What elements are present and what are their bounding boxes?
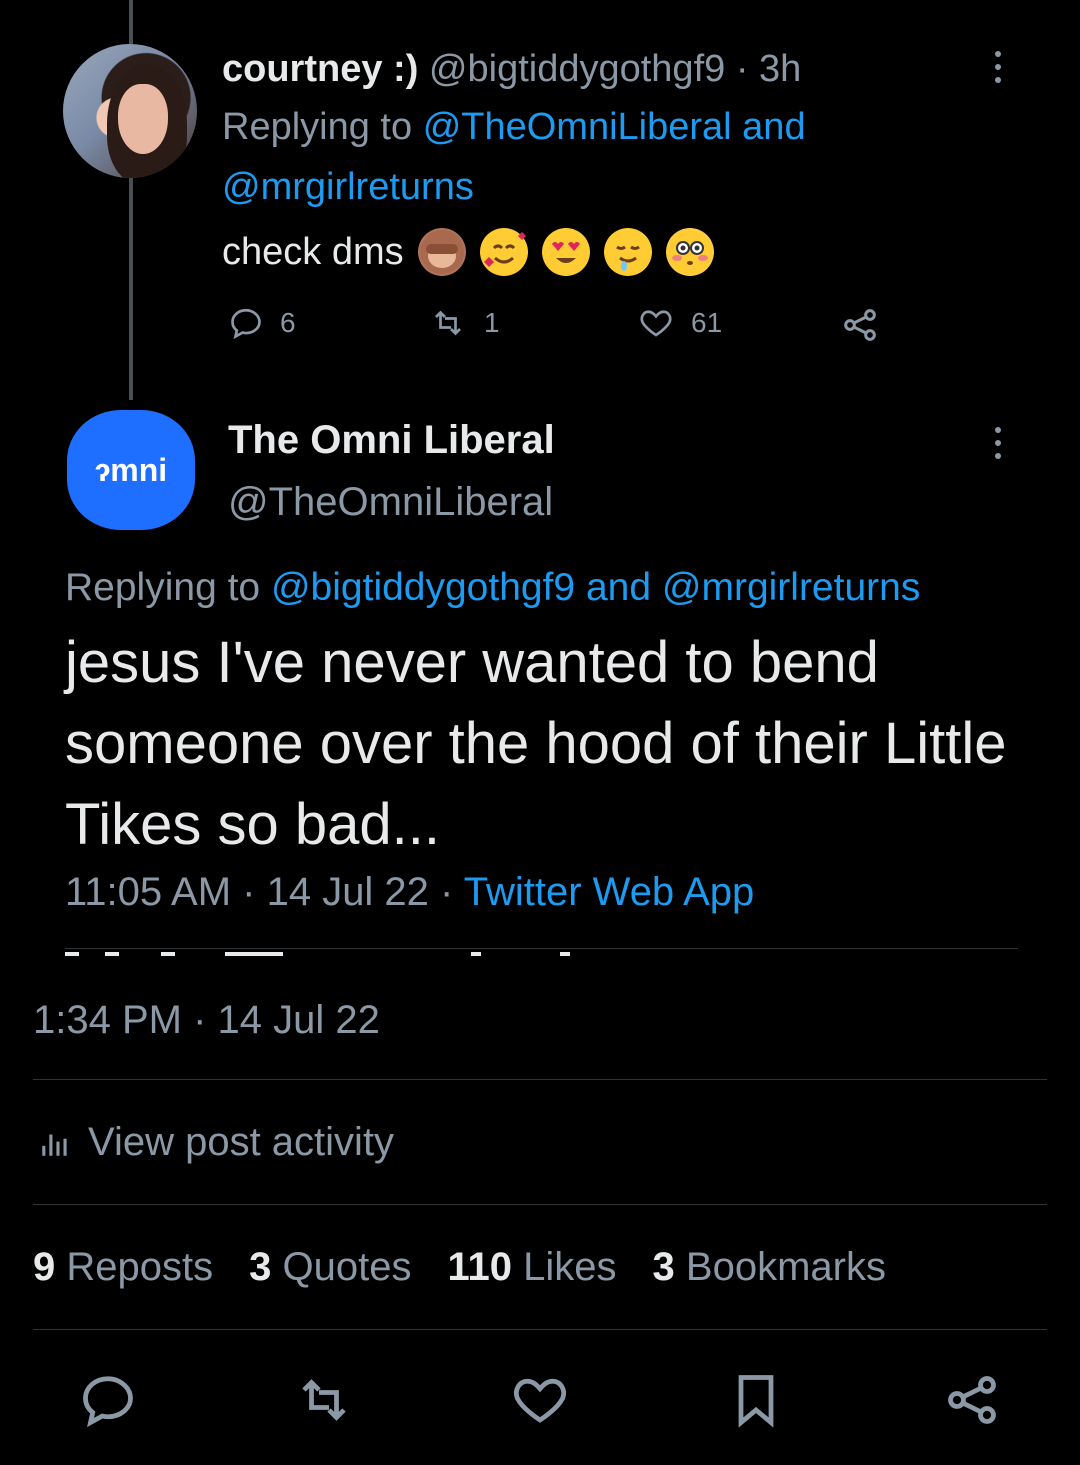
drooling-face-icon	[603, 228, 652, 276]
tweet-body: jesus I've never wanted to bend someone …	[65, 630, 1007, 857]
stat-label: Bookmarks	[685, 1245, 886, 1289]
replying-to-cont: @mrgirlreturns	[222, 166, 474, 209]
reply-target-link[interactable]: @TheOmniLiberal	[423, 106, 732, 148]
more-options-icon[interactable]	[993, 50, 1001, 84]
bookmark-icon[interactable]	[726, 1370, 786, 1430]
reply-icon	[231, 308, 261, 340]
tweet-text: check dms	[222, 228, 714, 276]
heart-icon[interactable]	[510, 1370, 570, 1430]
reply-target-link[interactable]: @bigtiddygothgf9	[271, 566, 575, 609]
replying-to-label: Replying to	[222, 106, 413, 148]
tweet-source[interactable]: Twitter Web App	[464, 870, 755, 914]
divider	[65, 948, 1018, 949]
more-options-icon[interactable]	[993, 426, 1001, 460]
post-timestamp[interactable]: 1:34 PM · 14 Jul 22	[33, 998, 380, 1043]
repost-icon[interactable]	[293, 1370, 353, 1430]
share-button[interactable]	[840, 305, 880, 345]
likes-stat[interactable]: 110 Likes	[447, 1245, 616, 1290]
reply-icon[interactable]	[78, 1370, 138, 1430]
stat-label: Quotes	[282, 1245, 412, 1289]
tweet1-header: courtney :) @bigtiddygothgf9 · 3h	[222, 48, 801, 91]
share-icon	[844, 309, 876, 341]
stat-label: Reposts	[66, 1245, 214, 1289]
display-name[interactable]: courtney :)	[222, 48, 418, 90]
divider	[33, 1079, 1047, 1080]
avatar[interactable]	[63, 44, 197, 178]
stat-number: 3	[249, 1245, 272, 1289]
stat-number: 110	[447, 1245, 512, 1289]
display-name[interactable]: The Omni Liberal	[228, 418, 555, 463]
tweet-meta: 11:05 AM · 14 Jul 22 · Twitter Web App	[65, 870, 754, 915]
cropped-text-fragment	[65, 952, 585, 958]
omni-logo-avatar[interactable]: ɂmni	[67, 410, 195, 530]
share-icon[interactable]	[942, 1370, 1002, 1430]
engagement-stats: 9 Reposts 3 Quotes 110 Likes 3 Bookmarks	[33, 1245, 886, 1290]
like-button[interactable]: 61	[637, 305, 722, 341]
reply-target-link[interactable]: @mrgirlreturns	[222, 166, 474, 208]
stat-number: 3	[652, 1245, 675, 1289]
handle[interactable]: @bigtiddygothgf9	[429, 48, 725, 90]
divider	[33, 1204, 1047, 1205]
see-no-evil-monkey-icon	[417, 228, 466, 276]
replying-to-label: Replying to	[65, 566, 261, 609]
analytics-icon	[42, 1134, 67, 1156]
stat-number: 9	[33, 1245, 56, 1289]
replying-to: Replying to @bigtiddygothgf9 and @mrgirl…	[65, 566, 920, 610]
repost-count: 1	[484, 307, 500, 338]
quotes-stat[interactable]: 3 Quotes	[249, 1245, 411, 1290]
like-count: 61	[691, 307, 723, 338]
view-post-activity-button[interactable]: View post activity	[38, 1120, 394, 1165]
reply-target-link[interactable]: @mrgirlreturns	[662, 566, 920, 609]
heart-icon	[640, 310, 672, 337]
stat-label: Likes	[523, 1245, 617, 1289]
smiling-face-with-hearts-icon	[479, 228, 528, 276]
reply-joiner: and	[742, 106, 806, 148]
avatar-logo-text: ɂmni	[94, 451, 168, 488]
heart-eyes-icon	[541, 228, 590, 276]
bookmarks-stat[interactable]: 3 Bookmarks	[653, 1245, 886, 1290]
replying-to: Replying to @TheOmniLiberal and	[222, 106, 806, 149]
divider	[33, 1329, 1047, 1330]
handle[interactable]: @TheOmniLiberal	[228, 480, 553, 525]
reply-count: 6	[280, 307, 296, 338]
repost-icon	[435, 310, 461, 336]
repost-button[interactable]: 1	[428, 305, 500, 341]
timestamp[interactable]: · 3h	[736, 48, 801, 90]
post-action-bar	[0, 1370, 1080, 1430]
reply-joiner: and	[585, 566, 652, 609]
flushed-face-icon	[665, 228, 714, 276]
reply-button[interactable]: 6	[228, 305, 296, 341]
tweet-body: check dms	[222, 230, 404, 273]
view-post-activity-label: View post activity	[88, 1120, 395, 1164]
reposts-stat[interactable]: 9 Reposts	[33, 1245, 213, 1290]
tweet-time[interactable]: 11:05 AM · 14 Jul 22 ·	[65, 870, 453, 914]
